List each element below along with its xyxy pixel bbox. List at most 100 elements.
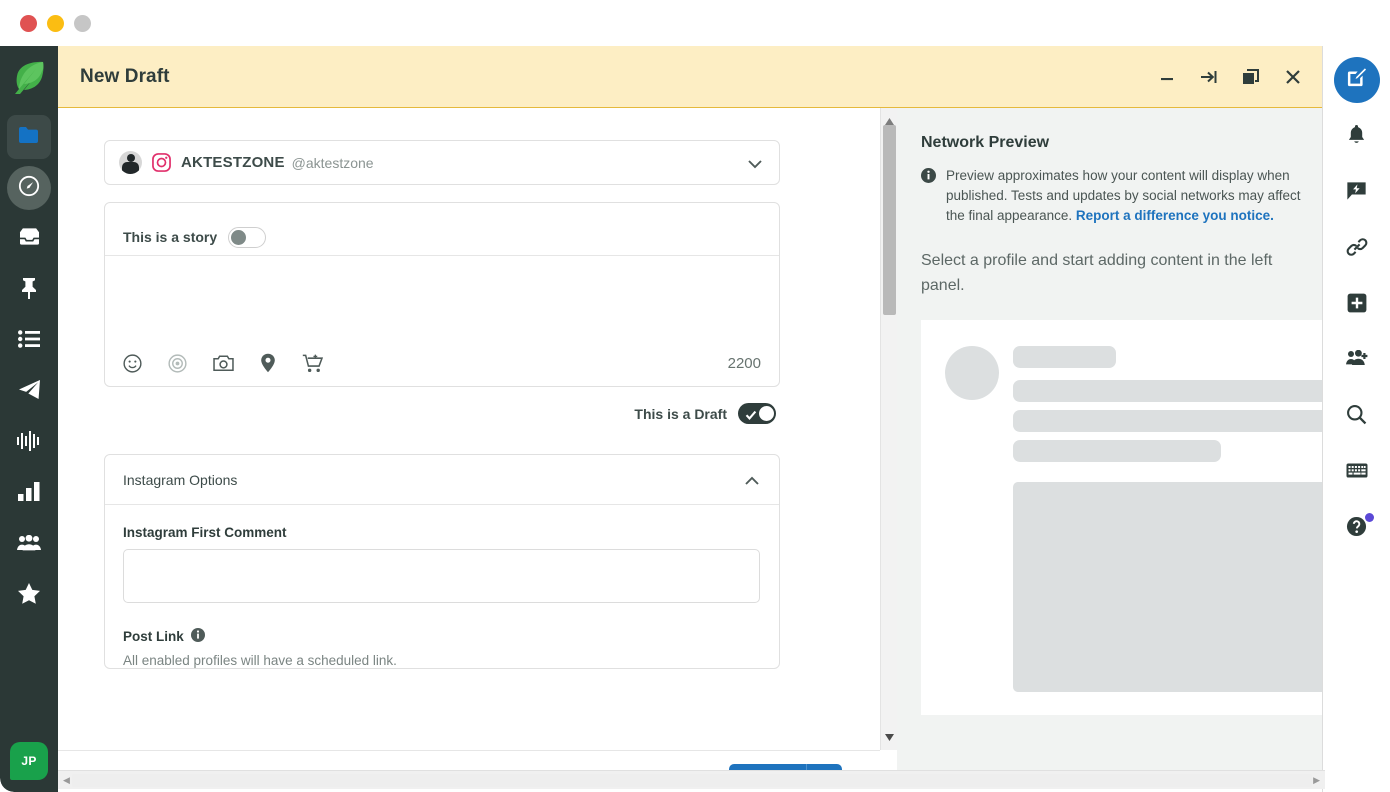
skeleton-bar — [1013, 410, 1325, 432]
profile-name: AKTESTZONE — [181, 154, 285, 171]
sidebar-item-folder[interactable] — [7, 115, 51, 159]
search-button[interactable] — [1334, 395, 1380, 439]
page-title: New Draft — [80, 66, 170, 88]
application-window: JP New Draft — [0, 0, 1390, 792]
compose-action-bar: Save — [58, 750, 880, 772]
chevron-up-icon[interactable] — [743, 472, 761, 495]
message-flag-icon — [1346, 181, 1367, 206]
folder-icon — [18, 126, 40, 149]
scrollbar-thumb[interactable] — [883, 125, 896, 315]
keyboard-icon — [1346, 463, 1368, 483]
keyboard-shortcuts-button[interactable] — [1334, 451, 1380, 495]
inbox-tray-icon — [18, 227, 41, 251]
editor-pane: AKTESTZONE @aktestzone This is a story — [58, 108, 826, 750]
compose-pencil-icon — [1346, 67, 1367, 93]
preview-note: Preview approximates how your content wi… — [921, 166, 1301, 226]
skeleton-lines — [1013, 346, 1325, 692]
notifications-button[interactable] — [1334, 115, 1380, 159]
target-circle-icon[interactable] — [168, 354, 187, 373]
left-navigation-rail: JP — [0, 46, 58, 792]
restore-icon[interactable] — [1241, 67, 1261, 87]
list-icon — [18, 330, 40, 353]
instagram-options-body: Instagram First Comment Post Link — [105, 505, 779, 668]
preview-skeleton — [921, 320, 1325, 715]
compose-header: New Draft — [58, 46, 1325, 108]
compose-modal: New Draft — [58, 46, 1325, 772]
help-badge — [1365, 513, 1374, 522]
scroll-down-arrow-icon[interactable] — [885, 728, 894, 746]
skeleton-image — [1013, 482, 1325, 692]
first-comment-label: Instagram First Comment — [123, 525, 761, 540]
profile-handle: @aktestzone — [292, 155, 374, 171]
sidebar-item-tasks[interactable] — [7, 319, 51, 363]
expand-icon[interactable] — [1199, 67, 1219, 87]
invite-users-button[interactable] — [1334, 339, 1380, 383]
pin-icon — [19, 277, 39, 304]
compose-window-controls — [1157, 46, 1303, 108]
skeleton-bar — [1013, 346, 1116, 368]
minimize-icon[interactable] — [1157, 67, 1177, 87]
plus-square-icon — [1347, 293, 1367, 318]
window-zoom-button[interactable] — [74, 15, 91, 32]
skeleton-bar — [1013, 440, 1221, 462]
scroll-left-arrow-icon[interactable]: ◀ — [63, 775, 70, 786]
report-difference-link[interactable]: Report a difference you notice. — [1076, 208, 1274, 223]
window-close-button[interactable] — [20, 15, 37, 32]
check-icon — [745, 408, 757, 426]
feedback-button[interactable] — [1334, 171, 1380, 215]
bar-chart-icon — [18, 482, 40, 506]
post-link-label-text: Post Link — [123, 629, 184, 644]
character-count: 2200 — [728, 355, 761, 372]
horizontal-scrollbar[interactable]: ◀ ▶ — [58, 770, 1325, 789]
user-avatar[interactable]: JP — [10, 742, 48, 780]
story-toggle-row: This is a story — [105, 203, 779, 255]
bell-icon — [1347, 124, 1366, 150]
instagram-options-title: Instagram Options — [123, 472, 237, 488]
composer-textarea[interactable] — [105, 256, 779, 340]
profile-selector[interactable]: AKTESTZONE @aktestzone — [104, 140, 780, 185]
instagram-icon — [152, 153, 171, 172]
paper-plane-icon — [18, 379, 41, 405]
help-button[interactable] — [1334, 507, 1380, 551]
skeleton-bar — [1013, 380, 1325, 402]
add-item-button[interactable] — [1334, 283, 1380, 327]
compose-button[interactable] — [1334, 57, 1380, 103]
people-icon — [17, 535, 41, 556]
window-minimize-button[interactable] — [47, 15, 64, 32]
star-icon — [18, 583, 40, 609]
sidebar-item-favorites[interactable] — [7, 574, 51, 618]
sidebar-item-messages[interactable] — [7, 370, 51, 414]
sidebar-item-publishing[interactable] — [7, 268, 51, 312]
first-comment-input[interactable] — [123, 549, 760, 603]
sidebar-item-reports[interactable] — [7, 472, 51, 516]
scroll-right-arrow-icon[interactable]: ▶ — [1313, 775, 1320, 786]
sidebar-item-listening[interactable] — [7, 421, 51, 465]
sidebar-item-inbox[interactable] — [7, 217, 51, 261]
skeleton-avatar — [945, 346, 999, 400]
post-link-help-text: All enabled profiles will have a schedul… — [123, 653, 761, 668]
editor-vertical-scrollbar[interactable] — [880, 108, 897, 750]
shopping-cart-icon[interactable] — [302, 354, 323, 373]
composer-card: This is a story — [104, 202, 780, 387]
instagram-options-card: Instagram Options Instagram First Commen… — [104, 454, 780, 669]
question-circle-icon — [1346, 516, 1367, 542]
sprout-leaf-logo[interactable] — [13, 60, 45, 99]
camera-icon[interactable] — [213, 354, 234, 372]
draft-toggle-row: This is a Draft — [104, 403, 780, 424]
post-link-label: Post Link — [123, 628, 761, 645]
link-shortener-button[interactable] — [1334, 227, 1380, 271]
instagram-options-header[interactable]: Instagram Options — [105, 455, 779, 505]
story-toggle[interactable] — [228, 227, 266, 248]
location-pin-icon[interactable] — [260, 353, 276, 373]
draft-toggle[interactable] — [738, 403, 776, 424]
network-preview-pane: Network Preview Preview approximates how… — [897, 108, 1325, 772]
smiley-icon[interactable] — [123, 354, 142, 373]
sidebar-item-audience[interactable] — [7, 523, 51, 567]
sidebar-item-dashboard[interactable] — [7, 166, 51, 210]
info-circle-icon — [921, 168, 936, 226]
chain-link-icon — [1346, 236, 1368, 263]
info-circle-icon[interactable] — [191, 628, 205, 645]
close-icon[interactable] — [1283, 67, 1303, 87]
chevron-down-icon[interactable] — [746, 155, 764, 178]
horizontal-scrollbar-thumb[interactable] — [72, 774, 1312, 787]
